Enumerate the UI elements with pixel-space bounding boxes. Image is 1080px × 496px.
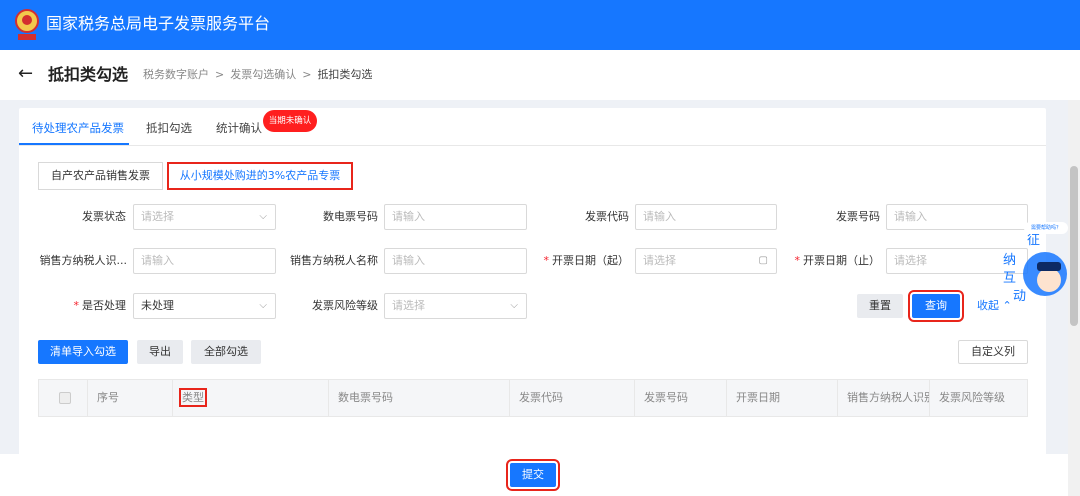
e-invoice-no-placeholder: 请输入 bbox=[392, 210, 425, 223]
export-button[interactable]: 导出 bbox=[137, 340, 183, 364]
required-mark: * bbox=[73, 299, 80, 312]
column-invoice-code: 发票代码 bbox=[509, 380, 634, 416]
date-start-label: * 开票日期（起） bbox=[525, 248, 630, 274]
seller-taxid-label: 销售方纳税人识... bbox=[39, 254, 128, 267]
tab-deduction[interactable]: 抵扣勾选 bbox=[146, 120, 192, 136]
seller-name-input[interactable]: 请输入 bbox=[384, 248, 527, 274]
seller-taxid-input[interactable]: 请输入 bbox=[133, 248, 276, 274]
breadcrumb-item[interactable]: 发票勾选确认 bbox=[230, 68, 296, 82]
tax-emblem-icon bbox=[15, 9, 39, 40]
invoice-status-label: 发票状态 bbox=[82, 210, 126, 223]
scrollbar-thumb[interactable] bbox=[1070, 166, 1078, 326]
date-start-picker[interactable]: 请选择 ▢ bbox=[635, 248, 777, 274]
top-bar: 国家税务总局电子发票服务平台 bbox=[0, 0, 1080, 50]
breadcrumb-separator: > bbox=[215, 68, 225, 81]
date-end-label-text: 开票日期（止） bbox=[803, 254, 880, 267]
processed-value: 未处理 bbox=[141, 299, 174, 312]
invoice-code-input[interactable]: 请输入 bbox=[635, 204, 777, 230]
column-index: 序号 bbox=[87, 380, 172, 416]
page-scrollbar[interactable] bbox=[1068, 100, 1080, 496]
breadcrumb-current: 抵扣类勾选 bbox=[317, 68, 373, 81]
breadcrumb: 税务数字账户 > 发票勾选确认 > 抵扣类勾选 bbox=[143, 68, 372, 82]
date-end-label: * 开票日期（止） bbox=[776, 248, 881, 274]
column-issue-date: 开票日期 bbox=[726, 380, 837, 416]
reset-button[interactable]: 重置 bbox=[857, 294, 903, 318]
tab-bar: 待处理农产品发票 抵扣勾选 统计确认 当期未确认 bbox=[19, 108, 1046, 146]
mascot-bubble: 需要帮助吗？ bbox=[1024, 222, 1068, 234]
mascot-char: 动 bbox=[1013, 289, 1026, 304]
active-tab-indicator bbox=[19, 143, 129, 145]
status-badge: 当期未确认 bbox=[263, 110, 317, 132]
invoice-code-placeholder: 请输入 bbox=[643, 210, 676, 223]
date-end-placeholder: 请选择 bbox=[894, 254, 927, 267]
invoice-status-select[interactable]: 请选择 ⌵ bbox=[133, 204, 276, 230]
invoice-status-placeholder: 请选择 bbox=[141, 210, 174, 223]
processed-label-text: 是否处理 bbox=[82, 299, 126, 312]
query-button[interactable]: 查询 bbox=[908, 290, 964, 322]
column-invoice-no: 发票号码 bbox=[634, 380, 726, 416]
invoice-no-placeholder: 请输入 bbox=[894, 210, 927, 223]
collapse-label: 收起 bbox=[977, 299, 999, 312]
e-invoice-no-input[interactable]: 请输入 bbox=[384, 204, 527, 230]
back-arrow-icon[interactable]: ← bbox=[18, 64, 33, 84]
custom-columns-button[interactable]: 自定义列 bbox=[958, 340, 1028, 364]
chevron-down-icon: ⌵ bbox=[510, 300, 518, 311]
column-type: 类型 bbox=[172, 380, 328, 416]
e-invoice-no-label: 数电票号码 bbox=[323, 210, 378, 223]
column-risk-level: 发票风险等级 bbox=[929, 380, 1027, 416]
required-mark: * bbox=[794, 254, 801, 267]
segment-small-scale-3pct[interactable]: 从小规模处购进的3%农产品专票 bbox=[167, 162, 353, 190]
risk-level-label: 发票风险等级 bbox=[312, 299, 378, 312]
column-type-label: 类型 bbox=[179, 388, 207, 407]
bottom-action-bar: 提交 bbox=[0, 454, 1068, 496]
seller-name-placeholder: 请输入 bbox=[392, 254, 425, 267]
required-mark: * bbox=[543, 254, 550, 267]
breadcrumb-item[interactable]: 税务数字账户 bbox=[143, 68, 209, 82]
select-all-checkbox[interactable] bbox=[59, 392, 71, 404]
mascot-char: 征 bbox=[1027, 233, 1040, 248]
column-e-invoice-no: 数电票号码 bbox=[328, 380, 509, 416]
date-start-placeholder: 请选择 bbox=[643, 254, 676, 267]
mascot-char: 互 bbox=[1003, 271, 1016, 286]
chevron-down-icon: ⌵ bbox=[259, 300, 267, 311]
import-select-button[interactable]: 清单导入勾选 bbox=[38, 340, 128, 364]
seller-taxid-placeholder: 请输入 bbox=[141, 254, 174, 267]
chevron-down-icon: ⌵ bbox=[259, 211, 267, 222]
platform-title: 国家税务总局电子发票服务平台 bbox=[46, 14, 271, 33]
submit-button[interactable]: 提交 bbox=[506, 459, 560, 491]
table-header: 序号 类型 数电票号码 发票代码 发票号码 开票日期 销售方纳税人识别号 发票风… bbox=[38, 379, 1028, 417]
page-header: ← 抵扣类勾选 税务数字账户 > 发票勾选确认 > 抵扣类勾选 bbox=[0, 50, 1080, 100]
invoice-code-label: 发票代码 bbox=[585, 210, 629, 223]
column-seller-taxid: 销售方纳税人识别号 bbox=[837, 380, 929, 416]
calendar-icon: ▢ bbox=[758, 255, 768, 266]
tab-pending-agri[interactable]: 待处理农产品发票 bbox=[32, 120, 124, 136]
breadcrumb-separator: > bbox=[302, 68, 312, 81]
risk-level-placeholder: 请选择 bbox=[392, 299, 425, 312]
date-start-label-text: 开票日期（起） bbox=[552, 254, 629, 267]
main-card: 待处理农产品发票 抵扣勾选 统计确认 当期未确认 自产农产品销售发票 从小规模处… bbox=[19, 108, 1046, 458]
processed-select[interactable]: 未处理 ⌵ bbox=[133, 293, 276, 319]
segment-self-produced[interactable]: 自产农产品销售发票 bbox=[38, 162, 163, 190]
page-title: 抵扣类勾选 bbox=[48, 65, 129, 84]
select-all-button[interactable]: 全部勾选 bbox=[191, 340, 261, 364]
risk-level-select[interactable]: 请选择 ⌵ bbox=[384, 293, 527, 319]
mascot-char: 纳 bbox=[1003, 253, 1016, 268]
tab-statistics[interactable]: 统计确认 bbox=[216, 120, 262, 136]
invoice-no-label: 发票号码 bbox=[836, 210, 880, 223]
seller-name-label: 销售方纳税人名称 bbox=[290, 254, 378, 267]
processed-label: * 是否处理 bbox=[33, 293, 127, 319]
